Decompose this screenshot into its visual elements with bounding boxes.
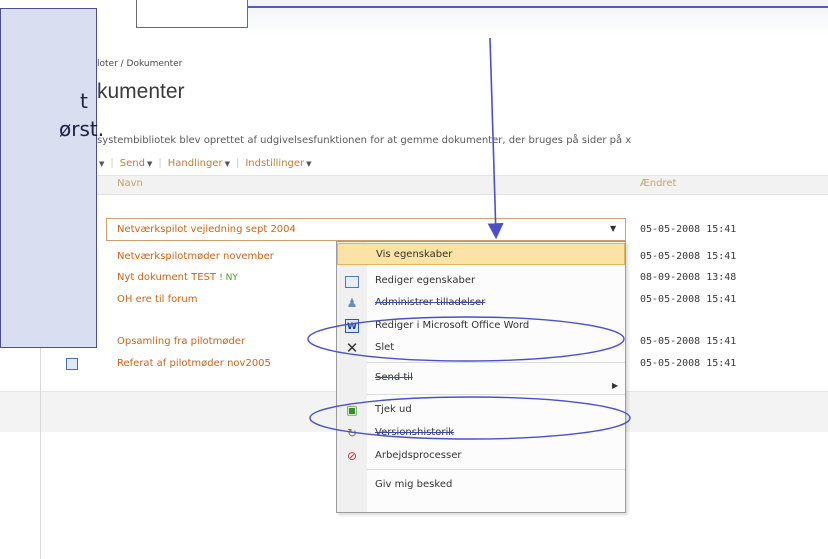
annotation-arrow (487, 37, 504, 240)
annotation-overlay (307, 37, 631, 440)
annotation-ellipse-edit-in-word (307, 316, 625, 362)
annotation-ellipse-check-out (309, 396, 631, 440)
